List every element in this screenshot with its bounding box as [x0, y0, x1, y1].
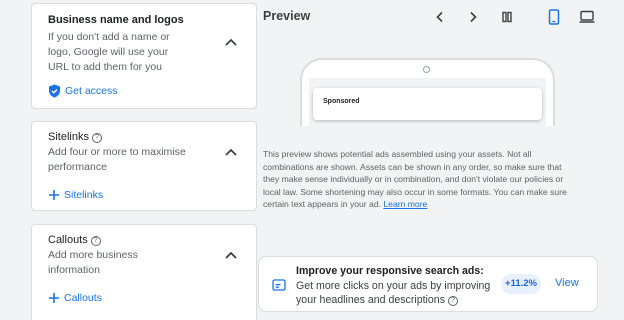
improve-ads-text: Improve your responsive search ads: Get … [296, 264, 492, 308]
sponsored-label: Sponsored [323, 98, 360, 105]
add-callouts-button[interactable]: Callouts [48, 292, 102, 304]
improve-ads-body: Get more clicks on your ads by improving… [296, 279, 491, 307]
shield-icon [49, 84, 60, 98]
pause-icon [502, 11, 512, 23]
chevron-left-icon [436, 11, 443, 23]
mobile-view-button[interactable] [545, 8, 563, 26]
card-title-row: Callouts? [48, 234, 101, 246]
callouts-card: Callouts? Add more business information … [31, 224, 257, 320]
plus-icon [49, 190, 59, 200]
improve-ads-banner: Improve your responsive search ads: Get … [258, 256, 598, 312]
chevron-up-icon[interactable] [224, 37, 238, 47]
help-icon[interactable]: ? [91, 133, 102, 143]
help-icon[interactable]: ? [448, 296, 458, 307]
improve-ads-heading: Improve your responsive search ads: [296, 265, 484, 277]
phone-preview: Sponsored [300, 58, 555, 130]
previous-button[interactable] [431, 8, 449, 26]
card-title: Callouts [48, 234, 88, 246]
chevron-right-icon [470, 11, 477, 23]
chevron-up-icon[interactable] [224, 147, 238, 157]
get-access-button[interactable]: Get access [48, 84, 118, 98]
card-description: Add four or more to maximise performance [48, 146, 186, 173]
card-description: If you don't add a name or logo, Google … [48, 31, 170, 73]
computer-icon [579, 10, 595, 23]
smartphone-icon [548, 9, 560, 25]
action-label: Get access [65, 85, 118, 97]
ad-preview-card: Sponsored [313, 88, 542, 120]
phone-screen: Sponsored [309, 78, 546, 130]
add-sitelinks-button[interactable]: Sitelinks [48, 189, 103, 201]
card-title-row: Sitelinks? [48, 131, 102, 143]
ad-improve-icon [272, 279, 286, 291]
preview-disclaimer: This preview shows potential ads assembl… [263, 148, 573, 211]
improvement-badge: +11.2% [501, 274, 541, 294]
plus-icon [49, 293, 59, 303]
pause-button[interactable] [498, 8, 516, 26]
preview-panel: Preview Sponsored This preview shows pot… [244, 0, 610, 320]
action-label: Sitelinks [64, 189, 104, 201]
help-icon[interactable]: ? [90, 236, 101, 246]
card-title: Business name and logos [48, 14, 184, 26]
sitelinks-card: Sitelinks? Add four or more to maximise … [31, 121, 257, 211]
assets-panel: Business name and logos If you don't add… [31, 0, 257, 320]
card-title: Sitelinks [48, 131, 89, 143]
business-name-card: Business name and logos If you don't add… [31, 3, 257, 109]
preview-title: Preview [263, 9, 311, 23]
desktop-view-button[interactable] [578, 8, 596, 26]
learn-more-link[interactable]: Learn more [383, 199, 427, 209]
phone-camera-icon [423, 66, 430, 73]
next-button[interactable] [464, 8, 482, 26]
action-label: Callouts [64, 292, 102, 304]
chevron-up-icon[interactable] [224, 250, 238, 260]
view-button[interactable]: View [555, 277, 579, 289]
card-description: Add more business information [48, 249, 138, 276]
